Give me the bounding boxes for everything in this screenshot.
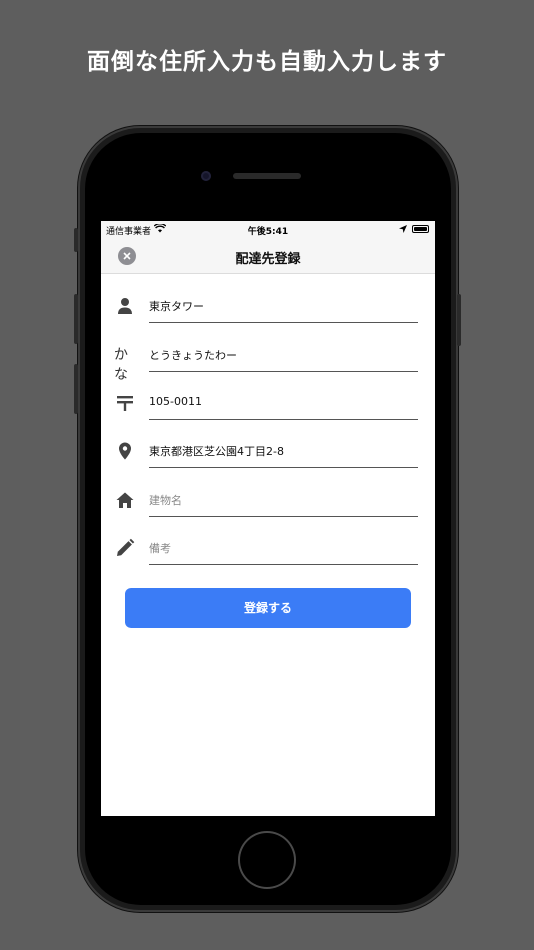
name-row: 東京タワー (101, 288, 435, 328)
remarks-input[interactable]: 備考 (149, 540, 415, 556)
kana-icon: かな (114, 347, 128, 383)
building-input[interactable]: 建物名 (149, 492, 415, 508)
field-underline (149, 322, 418, 323)
postal-mark-icon (115, 393, 135, 413)
earpiece-speaker (233, 173, 301, 179)
postal-code-row: 105-0011 (101, 385, 435, 425)
postal-code-input[interactable]: 105-0011 (149, 395, 415, 408)
promo-title: 面倒な住所入力も自動入力します (87, 49, 447, 75)
field-underline (149, 419, 418, 420)
register-button[interactable]: 登録する (125, 588, 411, 628)
front-camera (201, 171, 211, 181)
power-button (457, 294, 461, 346)
field-underline (149, 467, 418, 468)
kana-input[interactable]: とうきょうたわー (149, 347, 415, 363)
home-icon (115, 490, 135, 510)
kana-row: かな とうきょうたわー (101, 337, 435, 383)
remarks-row: 備考 (101, 530, 435, 570)
field-underline (149, 516, 418, 517)
location-arrow-icon (399, 225, 407, 236)
pencil-icon (115, 538, 135, 558)
volume-down-button (74, 364, 78, 414)
status-bar: 通信事業者 午後5:41 (101, 221, 435, 239)
app-screen: 通信事業者 午後5:41 配達先登録 東京タワー かな とうきょうたわー 105… (101, 221, 435, 816)
battery-icon (412, 225, 429, 233)
address-row: 東京都港区芝公園4丁目2-8 (101, 433, 435, 473)
mute-switch (74, 228, 78, 252)
nav-bar: 配達先登録 (101, 239, 435, 274)
location-pin-icon (115, 441, 135, 461)
address-input[interactable]: 東京都港区芝公園4丁目2-8 (149, 443, 415, 459)
field-underline (149, 564, 418, 565)
status-time: 午後5:41 (247, 227, 289, 237)
home-button[interactable] (238, 831, 296, 889)
building-row: 建物名 (101, 482, 435, 522)
volume-up-button (74, 294, 78, 344)
name-input[interactable]: 東京タワー (149, 298, 415, 314)
field-underline (149, 371, 418, 372)
person-icon (115, 296, 135, 316)
page-title: 配達先登録 (235, 252, 301, 267)
